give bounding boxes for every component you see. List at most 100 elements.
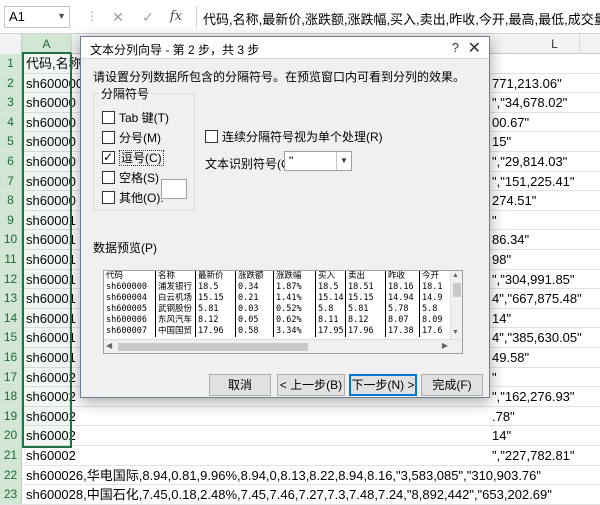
scroll-down-icon[interactable]: ▼ bbox=[452, 329, 459, 336]
next-button[interactable]: 下一步(N) > bbox=[349, 374, 417, 396]
cell-a[interactable]: sh600000 bbox=[26, 74, 83, 93]
row-header[interactable]: 17 bbox=[0, 367, 22, 387]
consecutive-delimiters-option[interactable]: 连续分隔符号视为单个处理(R) bbox=[205, 129, 383, 145]
row-header[interactable]: 5 bbox=[0, 132, 22, 151]
confirm-edit-icon[interactable]: ✓ bbox=[138, 7, 158, 27]
formula-input[interactable]: 代码,名称,最新价,涨跌额,涨跌幅,买入,卖出,昨收,今开,最高,最低,成交量（… bbox=[196, 6, 600, 28]
cell-a[interactable]: sh600028,中国石化,7.45,0.18,2.48%,7.45,7.46,… bbox=[26, 485, 552, 504]
cancel-edit-icon[interactable]: ✕ bbox=[108, 7, 128, 27]
drag-handle-icon[interactable]: ⋮ bbox=[86, 9, 99, 23]
preview-horizontal-scrollbar[interactable]: ◀ ▶ bbox=[104, 339, 462, 353]
row-header[interactable]: 12 bbox=[0, 269, 22, 289]
row-header[interactable]: 18 bbox=[0, 387, 22, 406]
cell-a[interactable]: sh60000 bbox=[26, 132, 76, 151]
row-header[interactable]: 7 bbox=[0, 171, 22, 191]
sheet-row[interactable]: 21 sh60002 ","227,782.81" bbox=[0, 446, 600, 466]
preview-column[interactable]: 涨跌额 0.34 0.21 0.03 0.05 0.58 bbox=[236, 271, 274, 337]
chevron-down-icon[interactable]: ▼ bbox=[57, 11, 66, 21]
scroll-right-icon[interactable]: ▶ bbox=[442, 341, 448, 350]
comma-delimiter-option[interactable]: 逗号(C) bbox=[102, 149, 164, 166]
cell-a[interactable]: sh60001 bbox=[26, 270, 76, 289]
preview-column[interactable]: 卖出 18.51 15.15 5.81 8.12 17.96 bbox=[346, 271, 386, 337]
other-checkbox[interactable] bbox=[102, 191, 115, 204]
row-header[interactable]: 4 bbox=[0, 112, 22, 132]
scroll-left-icon[interactable]: ◀ bbox=[106, 341, 112, 350]
semicolon-delimiter-option[interactable]: 分号(M) bbox=[102, 130, 161, 146]
finish-button[interactable]: 完成(F) bbox=[421, 374, 483, 396]
preview-cell: 0.05 bbox=[238, 315, 259, 325]
other-delimiter-option[interactable]: 其他(O): bbox=[102, 190, 164, 206]
close-icon[interactable]: ✕ bbox=[468, 38, 481, 58]
row-header[interactable]: 1 bbox=[0, 54, 22, 73]
row-header[interactable]: 20 bbox=[0, 426, 22, 445]
column-header-l[interactable]: L bbox=[530, 34, 580, 54]
insert-function-icon[interactable]: fx bbox=[166, 7, 186, 27]
space-delimiter-option[interactable]: 空格(S) bbox=[102, 170, 159, 186]
cell-a[interactable]: sh60002 bbox=[26, 407, 76, 426]
sheet-row[interactable]: 22 sh600026,华电国际,8.94,0.81,9.96%,8.94,0,8… bbox=[0, 465, 600, 486]
row-header[interactable]: 21 bbox=[0, 446, 22, 465]
scroll-up-icon[interactable]: ▲ bbox=[452, 272, 459, 279]
consecutive-checkbox[interactable] bbox=[205, 130, 218, 143]
sheet-row[interactable]: 19 sh60002 .78" bbox=[0, 406, 600, 427]
tab-checkbox[interactable] bbox=[102, 111, 115, 124]
semicolon-checkbox[interactable] bbox=[102, 131, 115, 144]
preview-column[interactable]: 最新价 18.5 15.15 5.81 8.12 17.96 bbox=[196, 271, 236, 337]
select-all-corner[interactable] bbox=[0, 34, 22, 54]
row-header[interactable]: 23 bbox=[0, 485, 22, 504]
row-header[interactable]: 13 bbox=[0, 289, 22, 308]
cell-a[interactable]: sh60000 bbox=[26, 93, 76, 112]
scroll-thumb[interactable] bbox=[453, 283, 461, 297]
cell-a[interactable]: sh60001 bbox=[26, 211, 76, 230]
row-header[interactable]: 6 bbox=[0, 152, 22, 171]
row-header[interactable]: 3 bbox=[0, 93, 22, 112]
row-header[interactable]: 15 bbox=[0, 328, 22, 347]
cell-a[interactable]: sh60000 bbox=[26, 172, 76, 191]
help-icon[interactable]: ? bbox=[452, 40, 459, 55]
row-header[interactable]: 8 bbox=[0, 191, 22, 210]
cancel-button[interactable]: 取消 bbox=[209, 374, 271, 396]
cell-a[interactable]: sh60001 bbox=[26, 289, 76, 308]
space-checkbox[interactable] bbox=[102, 171, 115, 184]
row-header[interactable]: 10 bbox=[0, 230, 22, 249]
dialog-titlebar[interactable]: 文本分列向导 - 第 2 步，共 3 步 ? ✕ bbox=[81, 37, 489, 59]
cell-a[interactable]: sh60001 bbox=[26, 250, 76, 269]
sheet-row[interactable]: 20 sh60002 14" bbox=[0, 426, 600, 446]
preview-column[interactable]: 昨收 18.16 14.94 5.78 8.07 17.38 bbox=[386, 271, 420, 337]
cell-a[interactable]: sh60000 bbox=[26, 152, 76, 171]
preview-vertical-scrollbar[interactable]: ▲ ▼ bbox=[450, 271, 462, 339]
row-header[interactable]: 11 bbox=[0, 250, 22, 269]
cell-a[interactable]: sh60002 bbox=[26, 368, 76, 387]
cell-a[interactable]: sh60000 bbox=[26, 113, 76, 132]
cell-a[interactable]: sh600026,华电国际,8.94,0.81,9.96%,8.94,0,8.1… bbox=[26, 466, 541, 485]
row-header[interactable]: 9 bbox=[0, 210, 22, 230]
column-header-a[interactable]: A bbox=[22, 34, 72, 54]
row-header[interactable]: 2 bbox=[0, 73, 22, 93]
back-button[interactable]: < 上一步(B) bbox=[277, 374, 345, 396]
row-header[interactable]: 16 bbox=[0, 348, 22, 367]
preview-column[interactable]: 买入 18.5 15.14 5.8 8.11 17.95 bbox=[316, 271, 346, 337]
chevron-down-icon[interactable]: ▼ bbox=[336, 152, 351, 170]
cell-a[interactable]: sh60002 bbox=[26, 387, 76, 406]
name-box[interactable]: A1 ▼ bbox=[4, 6, 70, 28]
row-header[interactable]: 19 bbox=[0, 406, 22, 426]
cell-a[interactable]: sh60002 bbox=[26, 426, 76, 445]
cell-a[interactable]: sh60001 bbox=[26, 309, 76, 328]
row-header[interactable]: 14 bbox=[0, 308, 22, 328]
text-qualifier-select[interactable]: " ▼ bbox=[284, 151, 352, 171]
sheet-row[interactable]: 23 sh600028,中国石化,7.45,0.18,2.48%,7.45,7.4… bbox=[0, 485, 600, 505]
scroll-thumb-horizontal[interactable] bbox=[118, 343, 308, 351]
cell-a[interactable]: sh60001 bbox=[26, 230, 76, 249]
row-header[interactable]: 22 bbox=[0, 465, 22, 485]
preview-column[interactable]: 名称 浦发银行 白云机场 武钢股份 东风汽车 中国国贸 bbox=[156, 271, 196, 337]
cell-a[interactable]: sh60002 bbox=[26, 446, 76, 465]
cell-a[interactable]: sh60001 bbox=[26, 348, 76, 367]
other-delimiter-input[interactable] bbox=[161, 179, 187, 199]
cell-a[interactable]: sh60000 bbox=[26, 191, 76, 210]
cell-a[interactable]: sh60001 bbox=[26, 328, 76, 347]
preview-column[interactable]: 代码 sh600000 sh600004 sh600005 sh600006 sh6000… bbox=[104, 271, 156, 337]
tab-delimiter-option[interactable]: Tab 键(T) bbox=[102, 110, 169, 126]
comma-checkbox[interactable] bbox=[102, 149, 115, 165]
cell-overflow-text: 14" bbox=[492, 310, 512, 326]
preview-column[interactable]: 涨跌幅 1.87% 1.41% 0.52% 0.62% 3.34% bbox=[274, 271, 316, 337]
